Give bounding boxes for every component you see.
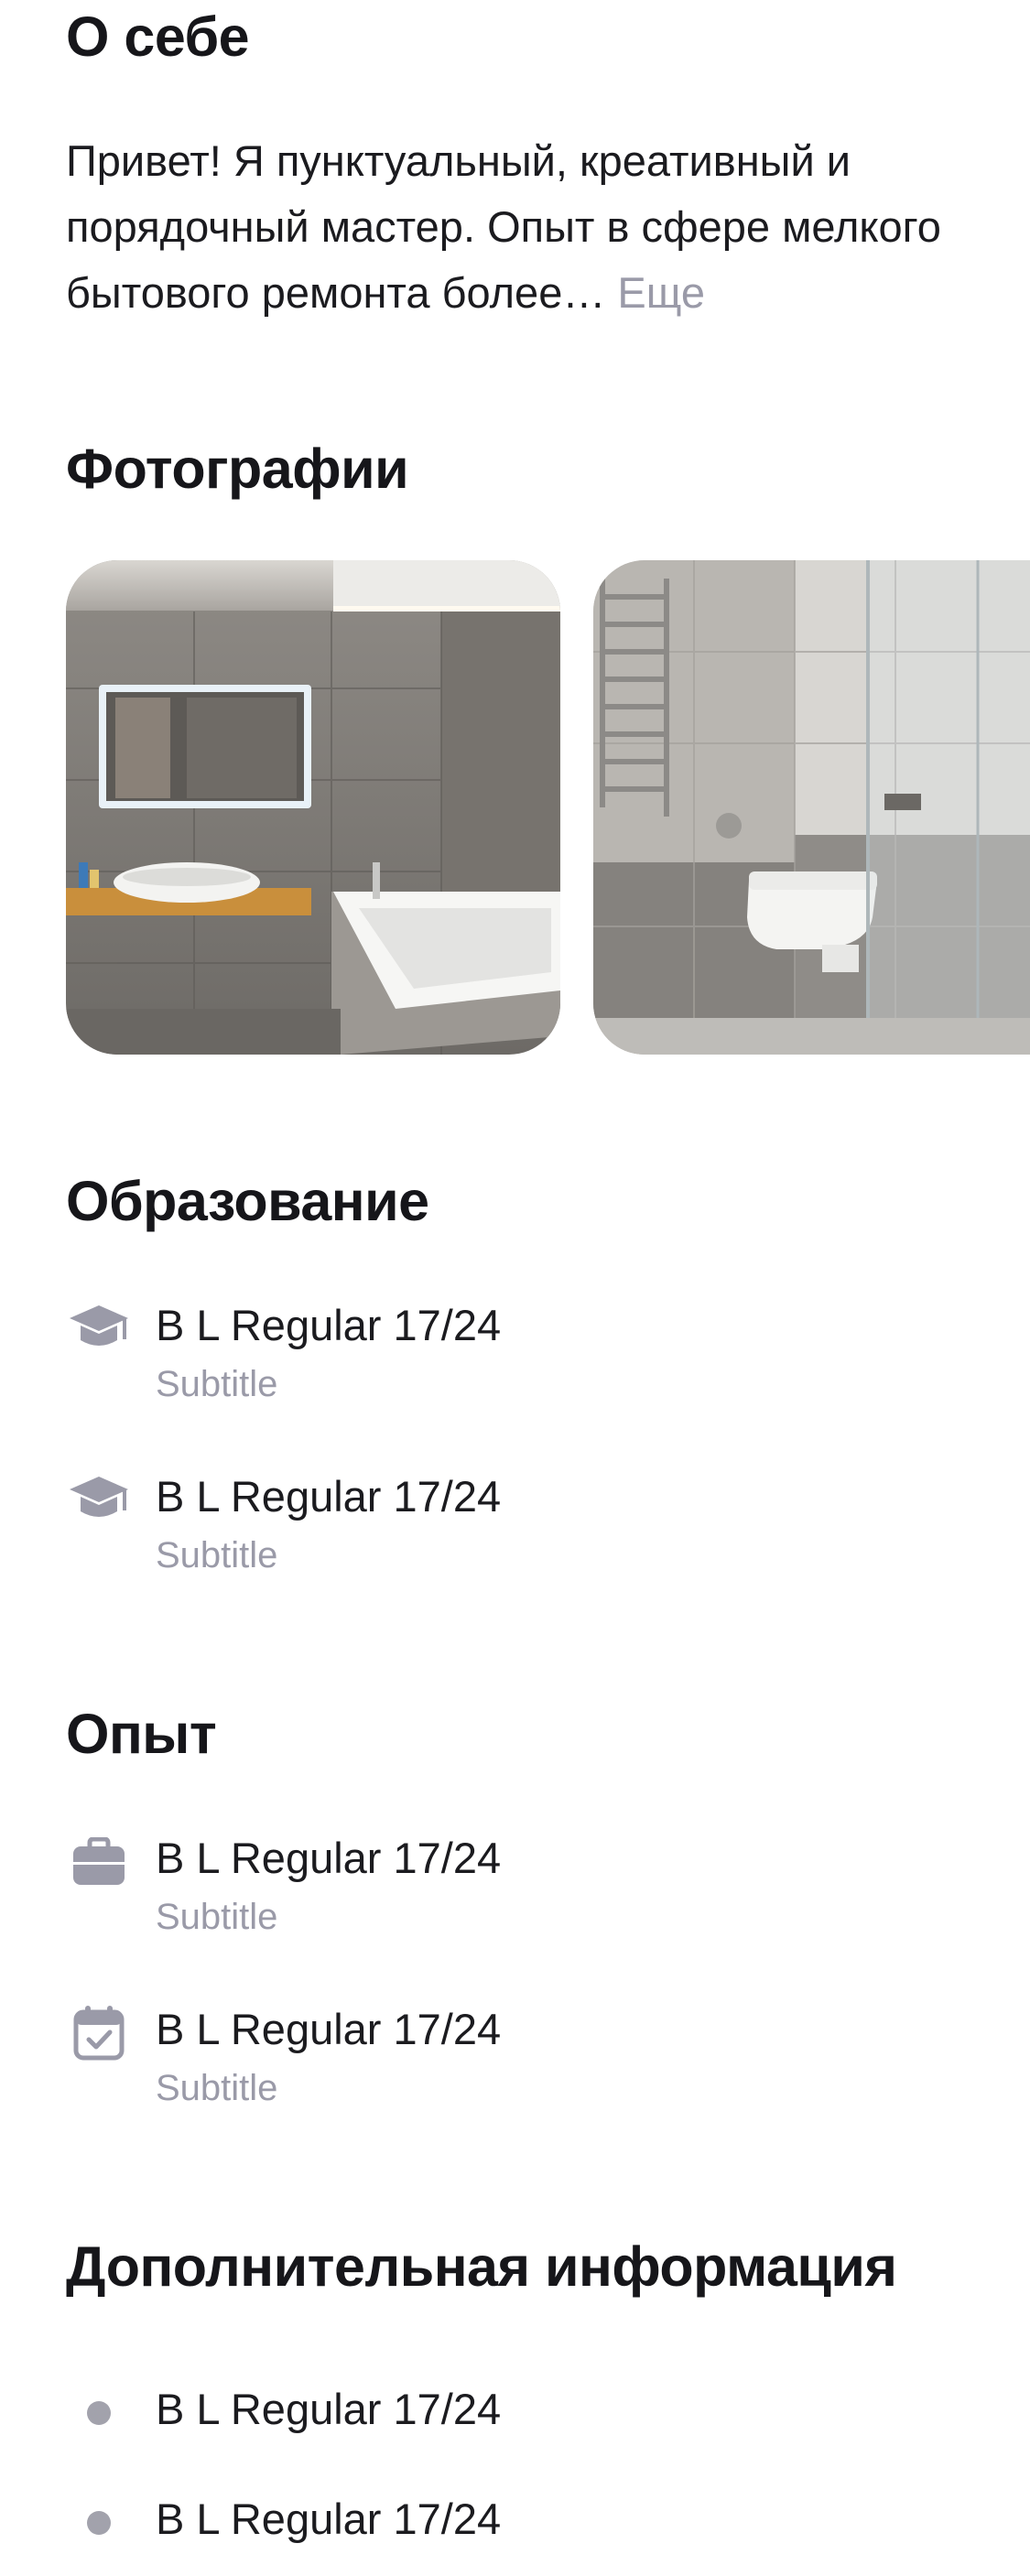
profile-page: О себе Привет! Я пунктуальный, креативны… — [0, 0, 1030, 2576]
bathroom-photo-1 — [66, 560, 560, 1055]
bullet-dot — [66, 2490, 132, 2556]
bullet-dot — [66, 2380, 132, 2446]
education-item-subtitle: Subtitle — [156, 1364, 278, 1404]
experience-heading: Опыт — [66, 1703, 217, 1765]
additional-item-title: B L Regular 17/24 — [156, 2385, 502, 2433]
about-more-link[interactable]: Еще — [617, 268, 705, 317]
photo-bathroom-2[interactable] — [593, 560, 1030, 1055]
additional-item: B L Regular 17/24 — [66, 2376, 963, 2450]
experience-item: B L Regular 17/24 Subtitle — [66, 1997, 963, 2116]
photo-bathroom-1[interactable] — [66, 560, 560, 1055]
photos-carousel[interactable] — [66, 560, 1030, 1055]
experience-item-title: B L Regular 17/24 — [156, 1834, 502, 1882]
education-item: B L Regular 17/24 Subtitle — [66, 1293, 963, 1412]
graduation-cap-icon — [66, 1467, 132, 1533]
education-item-title: B L Regular 17/24 — [156, 1472, 502, 1521]
experience-item-title: B L Regular 17/24 — [156, 2005, 502, 2053]
experience-item-subtitle: Subtitle — [156, 1897, 278, 1937]
additional-item: B L Regular 17/24 — [66, 2486, 963, 2560]
education-item-title: B L Regular 17/24 — [156, 1301, 502, 1349]
education-heading: Образование — [66, 1170, 429, 1232]
experience-item-subtitle: Subtitle — [156, 2068, 278, 2108]
additional-heading: Дополнительная информация — [66, 2235, 897, 2298]
bathroom-photo-2 — [593, 560, 1030, 1055]
experience-item: B L Regular 17/24 Subtitle — [66, 1825, 963, 1944]
about-text-block: Привет! Я пунктуальный, креативный и пор… — [66, 128, 981, 326]
additional-item-title: B L Regular 17/24 — [156, 2495, 502, 2543]
education-item: B L Regular 17/24 Subtitle — [66, 1464, 963, 1583]
photos-heading: Фотографии — [66, 438, 409, 500]
about-heading: О себе — [66, 5, 250, 68]
briefcase-icon — [66, 1829, 132, 1895]
education-item-subtitle: Subtitle — [156, 1535, 278, 1575]
about-text: Привет! Я пунктуальный, креативный и пор… — [66, 136, 941, 317]
graduation-cap-icon — [66, 1296, 132, 1362]
calendar-check-icon — [66, 2000, 132, 2066]
